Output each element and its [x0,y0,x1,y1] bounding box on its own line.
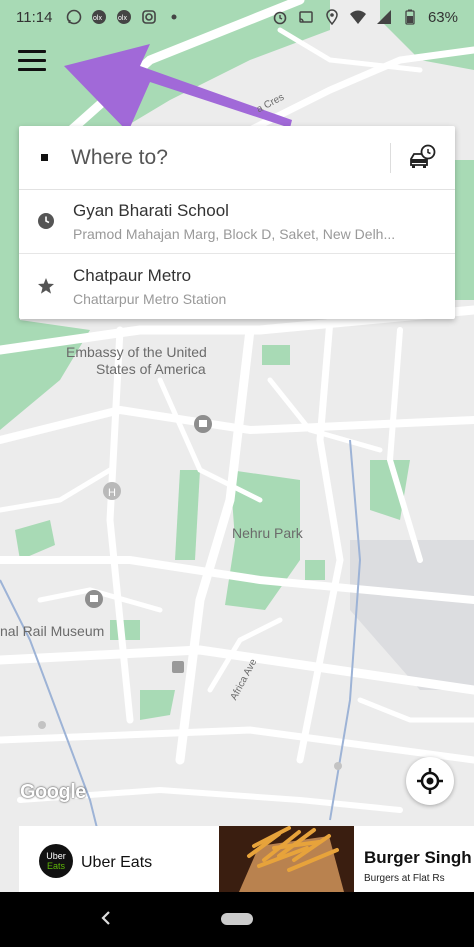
olx-icon: olx [116,9,132,25]
star-icon [37,277,55,295]
embassy-label-line2: States of America [96,361,206,377]
wifi-icon [349,9,366,25]
place-subtitle: Pramod Mahajan Marg, Block D, Saket, New… [73,225,396,242]
battery-percent: 63% [427,8,458,26]
schedule-ride-icon[interactable] [407,143,437,173]
search-divider [390,142,391,173]
destination-square-icon [41,154,48,161]
my-location-button[interactable] [406,757,454,805]
signal-icon [376,9,392,25]
battery-icon [402,9,418,25]
home-pill-button[interactable] [221,913,253,925]
poi-hospital-marker: H [103,482,121,500]
dot-icon [166,9,182,25]
location-icon [324,9,340,25]
crosshair-icon [417,768,443,794]
google-logo: Google [20,781,86,803]
place-title: Gyan Bharati School [73,200,229,220]
poi-embassy-marker [194,415,212,433]
promo-brand: Uber Eats [81,854,153,871]
place-subtitle: Chattarpur Metro Station [73,290,227,307]
uber-eats-logo: Uber Eats [39,844,73,878]
olx-icon: olx [91,9,107,25]
whatsapp-icon [66,9,82,25]
svg-text:olx: olx [93,15,102,22]
poi-museum-marker [85,590,103,608]
recent-place-item[interactable]: Gyan Bharati School Pramod Mahajan Marg,… [19,189,455,253]
place-title: Chatpaur Metro [73,265,192,285]
uber-eats-promo-card[interactable]: Uber Eats Uber Eats Burger Singh Burgers… [19,826,474,892]
logo-line2: Eats [46,861,65,871]
status-time: 11:14 [16,8,53,26]
park-area-right [455,160,474,300]
promo-restaurant-sub: Burgers at Flat Rs [364,873,445,884]
museum-label: nal Rail Museum [0,623,105,639]
back-icon[interactable] [96,908,116,928]
park-label: Nehru Park [232,525,303,541]
instagram-icon [141,9,157,25]
park-area-small4 [305,560,325,580]
svg-text:H: H [108,487,116,499]
search-input[interactable]: Where to? [19,126,455,190]
cast-icon [298,9,314,25]
promo-restaurant: Burger Singh [364,848,472,867]
park-area-small [262,345,290,365]
alarm-icon [272,9,288,25]
saved-place-item[interactable]: Chatpaur Metro Chattarpur Metro Station [19,254,455,318]
poi-small-marker [172,661,184,673]
embassy-label-line1: Embassy of the United [66,344,207,360]
logo-line1: Uber [46,851,66,861]
system-nav-bar [0,892,474,947]
svg-text:olx: olx [118,15,127,22]
status-bar: 11:14 olx olx 63% [0,0,474,34]
clock-icon [37,212,55,230]
fries-image [219,826,354,892]
menu-icon[interactable] [14,44,54,78]
search-placeholder: Where to? [71,145,168,169]
destination-card: Where to? Gyan Bharati School Pramod Mah… [19,126,455,319]
